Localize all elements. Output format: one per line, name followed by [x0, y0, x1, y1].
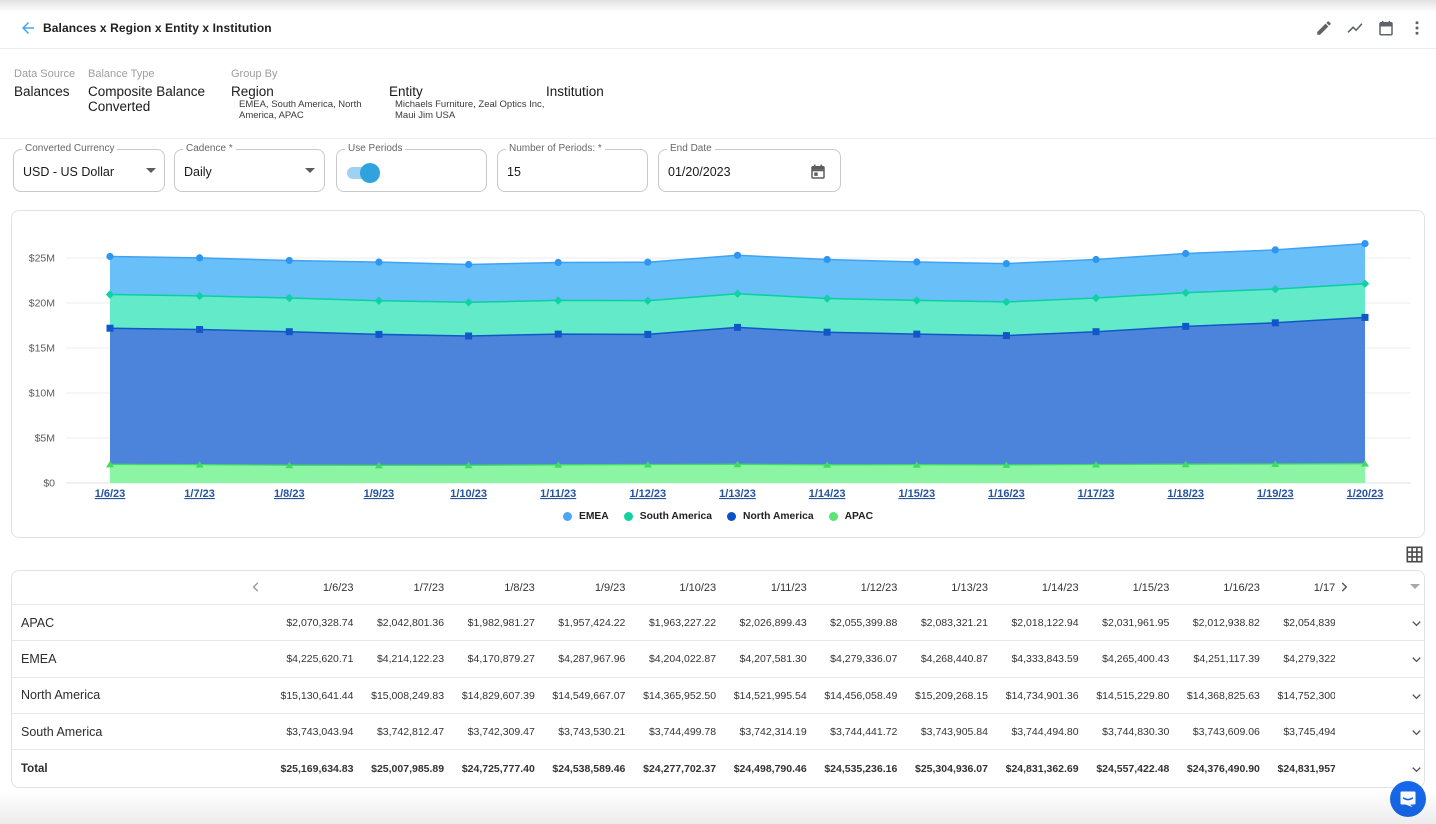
svg-text:1/15/23: 1/15/23: [898, 488, 935, 500]
svg-text:$20M: $20M: [29, 298, 55, 310]
svg-text:1/14/23: 1/14/23: [809, 488, 846, 500]
svg-text:1/10/23: 1/10/23: [450, 488, 487, 500]
svg-text:$0: $0: [43, 478, 55, 490]
svg-text:1/16/23: 1/16/23: [988, 488, 1025, 500]
svg-text:$15M: $15M: [29, 343, 55, 355]
svg-text:1/11/23: 1/11/23: [540, 488, 576, 500]
svg-text:1/20/23: 1/20/23: [1347, 488, 1384, 500]
svg-text:$10M: $10M: [29, 388, 55, 400]
svg-text:1/19/23: 1/19/23: [1257, 488, 1294, 500]
svg-text:1/18/23: 1/18/23: [1167, 488, 1204, 500]
svg-text:1/6/23: 1/6/23: [95, 488, 126, 500]
svg-text:1/9/23: 1/9/23: [364, 488, 395, 500]
svg-text:1/7/23: 1/7/23: [184, 488, 215, 500]
svg-text:1/8/23: 1/8/23: [274, 488, 305, 500]
svg-text:1/12/23: 1/12/23: [629, 488, 666, 500]
svg-text:$5M: $5M: [35, 433, 55, 445]
svg-text:$25M: $25M: [29, 253, 55, 265]
svg-text:1/17/23: 1/17/23: [1078, 488, 1115, 500]
svg-text:1/13/23: 1/13/23: [719, 488, 756, 500]
